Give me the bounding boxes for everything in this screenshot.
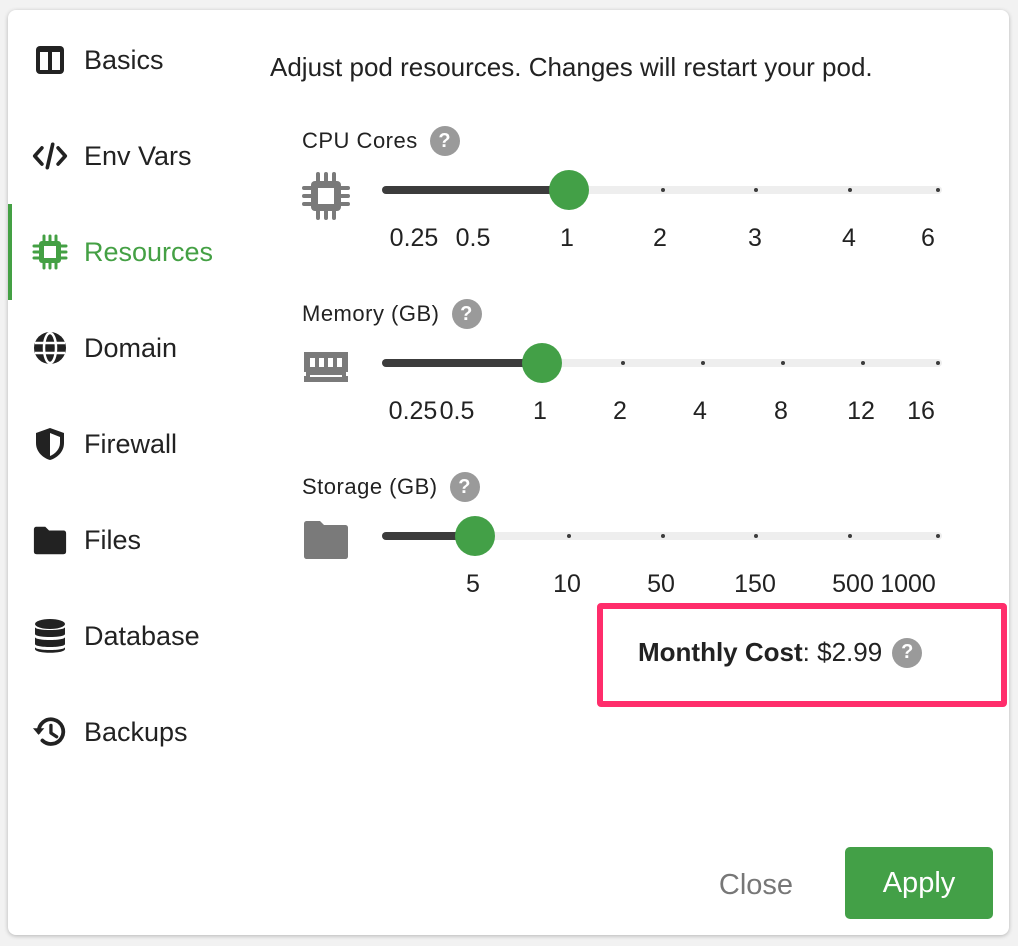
cost-help-icon[interactable]: ?	[892, 637, 923, 668]
storage-tick-label: 5	[466, 570, 480, 598]
sidebar-item-firewall[interactable]: Firewall	[8, 420, 248, 468]
storage-tick-label: 10	[553, 570, 581, 598]
shield-icon	[32, 426, 68, 462]
cpu-step-dot	[936, 188, 940, 192]
memory-step-dot	[621, 361, 625, 365]
sidebar-item-label: Database	[84, 620, 200, 651]
cpu-help-icon[interactable]: ?	[429, 126, 460, 156]
storage-slider-thumb[interactable]	[455, 516, 495, 556]
sidebar-item-files[interactable]: Files	[8, 516, 248, 564]
memory-step-dot	[861, 361, 865, 365]
monthly-cost-separator: :	[802, 637, 810, 667]
storage-step-dot	[567, 534, 571, 538]
cpu-slider-thumb[interactable]	[549, 170, 589, 210]
sidebar-item-label: Backups	[84, 716, 188, 747]
cpu-label: CPU Cores ?	[302, 126, 460, 156]
storage-help-icon[interactable]: ?	[449, 472, 480, 502]
close-button[interactable]: Close	[696, 852, 816, 918]
page-description: Adjust pod resources. Changes will resta…	[270, 52, 873, 82]
apply-button[interactable]: Apply	[845, 847, 993, 919]
globe-icon	[32, 330, 68, 366]
sidebar-item-label: Files	[84, 524, 142, 555]
storage-tick-label: 1000	[880, 570, 936, 598]
sidebar-item-resources[interactable]: Resources	[8, 204, 248, 300]
monthly-cost: Monthly Cost: $2.99 ?	[638, 637, 923, 668]
database-icon	[32, 618, 68, 654]
sidebar-item-label: Resources	[84, 236, 214, 267]
cpu-icon	[32, 234, 68, 270]
sidebar-item-database[interactable]: Database	[8, 612, 248, 660]
cpu-step-dot	[848, 188, 852, 192]
resources-dialog: Basics Env Vars Resources Domain Firewal…	[8, 10, 1009, 935]
sidebar-item-label: Basics	[84, 44, 164, 75]
memory-tick-label: 16	[907, 397, 935, 425]
memory-step-dot	[460, 361, 464, 365]
columns-icon	[32, 42, 68, 78]
storage-step-dot	[754, 534, 758, 538]
memory-slider[interactable]	[382, 343, 942, 383]
sidebar-item-basics[interactable]: Basics	[8, 36, 248, 84]
memory-icon	[304, 352, 348, 382]
memory-step-dot	[781, 361, 785, 365]
sidebar-item-label: Firewall	[84, 428, 178, 459]
storage-label-text: Storage (GB)	[302, 474, 438, 499]
cpu-label-text: CPU Cores	[302, 128, 418, 153]
storage-slider[interactable]	[382, 516, 942, 556]
memory-tick-label: 4	[693, 397, 707, 425]
memory-step-dot	[936, 361, 940, 365]
storage-step-dot	[848, 534, 852, 538]
monthly-cost-highlight: Monthly Cost: $2.99 ?	[597, 603, 1007, 707]
storage-tick-label: 50	[647, 570, 675, 598]
cpu-step-dot	[661, 188, 665, 192]
storage-step-dot	[661, 534, 665, 538]
memory-step-dot	[701, 361, 705, 365]
folder-icon	[304, 521, 348, 559]
sidebar-item-domain[interactable]: Domain	[8, 324, 248, 372]
storage-label: Storage (GB) ?	[302, 472, 480, 502]
cpu-tick-label: 1	[560, 224, 574, 252]
history-icon	[32, 714, 68, 750]
storage-tick-label: 150	[734, 570, 776, 598]
monthly-cost-label: Monthly Cost	[638, 637, 803, 667]
memory-tick-label: 1	[533, 397, 547, 425]
sidebar: Basics Env Vars Resources Domain Firewal…	[8, 10, 258, 935]
cpu-icon	[302, 172, 350, 220]
code-icon	[32, 138, 68, 174]
sidebar-item-label: Env Vars	[84, 140, 192, 171]
memory-tick-label: 0.5	[439, 397, 475, 425]
cpu-tick-label: 4	[842, 224, 856, 252]
cpu-tick-label: 2	[653, 224, 667, 252]
cpu-tick-label: 6	[921, 224, 935, 252]
cpu-step-dot	[472, 188, 476, 192]
memory-tick-label: 2	[613, 397, 627, 425]
memory-slider-thumb[interactable]	[522, 343, 562, 383]
cpu-tick-label: 0.5	[455, 224, 491, 252]
sidebar-item-env-vars[interactable]: Env Vars	[8, 132, 248, 180]
sidebar-item-backups[interactable]: Backups	[8, 708, 248, 756]
monthly-cost-value: $2.99	[817, 637, 883, 667]
memory-label: Memory (GB) ?	[302, 299, 482, 329]
memory-help-icon[interactable]: ?	[451, 299, 482, 329]
memory-tick-label: 0.25	[388, 397, 438, 425]
cpu-tick-label: 0.25	[389, 224, 439, 252]
storage-tick-label: 500	[832, 570, 874, 598]
cpu-tick-label: 3	[748, 224, 762, 252]
sidebar-item-label: Domain	[84, 332, 178, 363]
memory-label-text: Memory (GB)	[302, 301, 440, 326]
memory-tick-label: 8	[774, 397, 788, 425]
cpu-step-dot	[754, 188, 758, 192]
cpu-slider[interactable]	[382, 170, 942, 210]
memory-tick-label: 12	[847, 397, 875, 425]
folder-icon	[32, 522, 68, 558]
storage-step-dot	[936, 534, 940, 538]
